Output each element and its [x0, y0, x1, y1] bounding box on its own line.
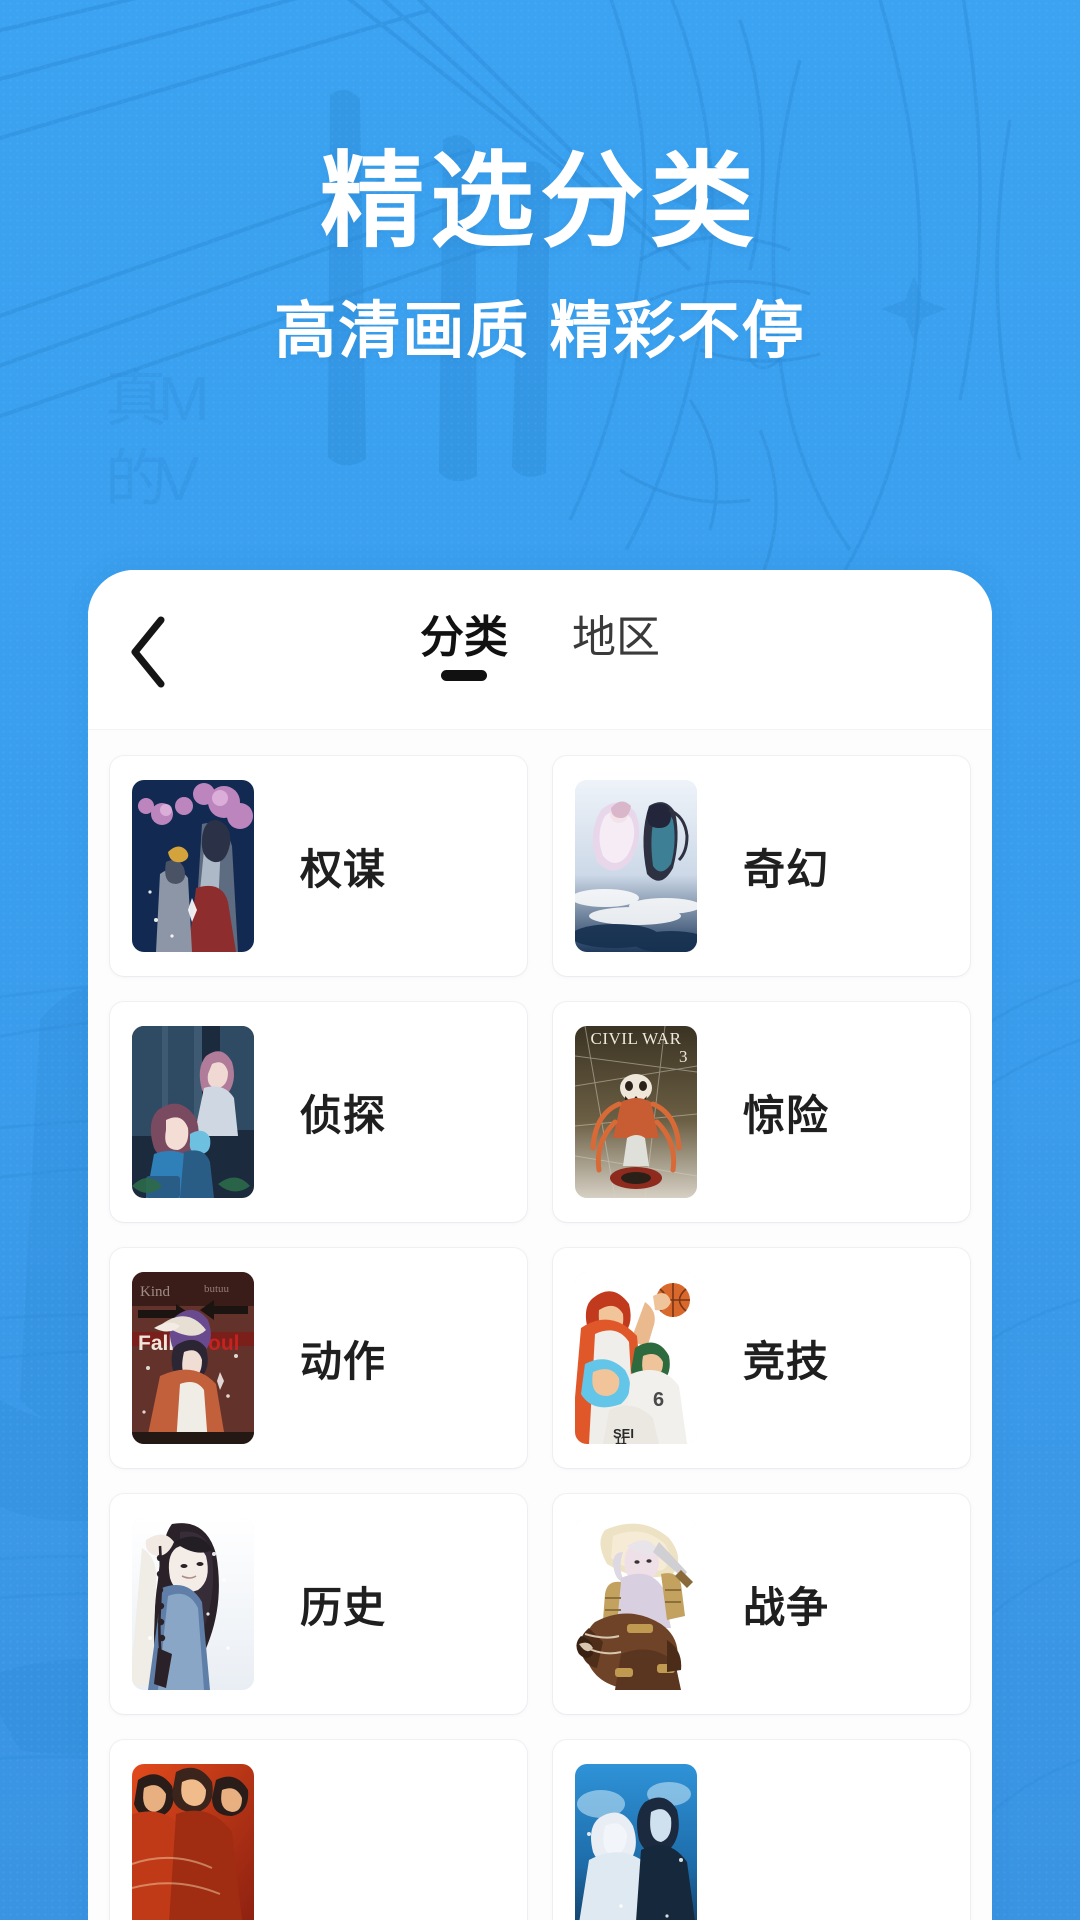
category-item[interactable]: 奇幻 [553, 756, 970, 976]
tab-region[interactable]: 地区 [566, 610, 666, 687]
tab-active-indicator [441, 670, 487, 681]
category-grid: 权谋 奇幻 侦探 CIVIL WAR 3 惊险 Kind butuu Falle… [110, 756, 970, 1920]
navbar: 分类 地区 [88, 570, 992, 730]
tab-bar: 分类 地区 [88, 610, 992, 687]
category-item[interactable] [110, 1740, 527, 1920]
svg-text:6: 6 [653, 1389, 664, 1411]
category-item[interactable]: 战争 [553, 1494, 970, 1714]
cover-fantasy-thumbnail [575, 780, 697, 952]
svg-text:Kind: Kind [140, 1284, 171, 1300]
category-label: 奇幻 [743, 845, 830, 893]
cover-history-thumbnail [132, 1518, 254, 1690]
tab-region-label: 地区 [572, 613, 660, 662]
category-item[interactable]: Kind butuu Fallen Soul 动作 [110, 1248, 527, 1468]
category-label: 竞技 [743, 1337, 830, 1385]
category-label: 权谋 [300, 845, 387, 893]
svg-text:CIVIL WAR: CIVIL WAR [591, 1029, 682, 1048]
cover-intrigue-thumbnail [132, 780, 254, 952]
category-label: 历史 [300, 1583, 387, 1631]
category-item[interactable]: CIVIL WAR 3 惊险 [553, 1002, 970, 1222]
category-label: 侦探 [300, 1091, 387, 1139]
tab-category[interactable]: 分类 [414, 610, 514, 687]
cover-action-thumbnail: Kind butuu Fallen Soul [132, 1272, 254, 1444]
app-screen-card: 分类 地区 权谋 奇幻 侦探 CIVIL WAR 3 惊险 Kind butuu… [88, 570, 992, 1920]
cover-thriller-thumbnail: CIVIL WAR 3 [575, 1026, 697, 1198]
category-item[interactable]: 侦探 [110, 1002, 527, 1222]
category-scroll-area[interactable]: 权谋 奇幻 侦探 CIVIL WAR 3 惊险 Kind butuu Falle… [88, 730, 992, 1920]
category-item[interactable]: 历史 [110, 1494, 527, 1714]
tab-category-label: 分类 [420, 613, 508, 662]
category-item[interactable]: SEI 10 6 SEI 11 竞技 [553, 1248, 970, 1468]
cover-war-thumbnail [575, 1518, 697, 1690]
svg-text:11: 11 [615, 1435, 627, 1444]
cover-row5-right-thumbnail [575, 1764, 697, 1920]
category-item[interactable] [553, 1740, 970, 1920]
cover-row5-left-thumbnail [132, 1764, 254, 1920]
category-label: 惊险 [743, 1091, 830, 1139]
category-label: 动作 [300, 1337, 387, 1385]
svg-text:butuu: butuu [204, 1283, 230, 1295]
svg-text:3: 3 [679, 1047, 688, 1066]
cover-detective-thumbnail [132, 1026, 254, 1198]
cover-sports-thumbnail: SEI 10 6 SEI 11 [575, 1272, 697, 1444]
category-item[interactable]: 权谋 [110, 756, 527, 976]
category-label: 战争 [743, 1583, 830, 1631]
